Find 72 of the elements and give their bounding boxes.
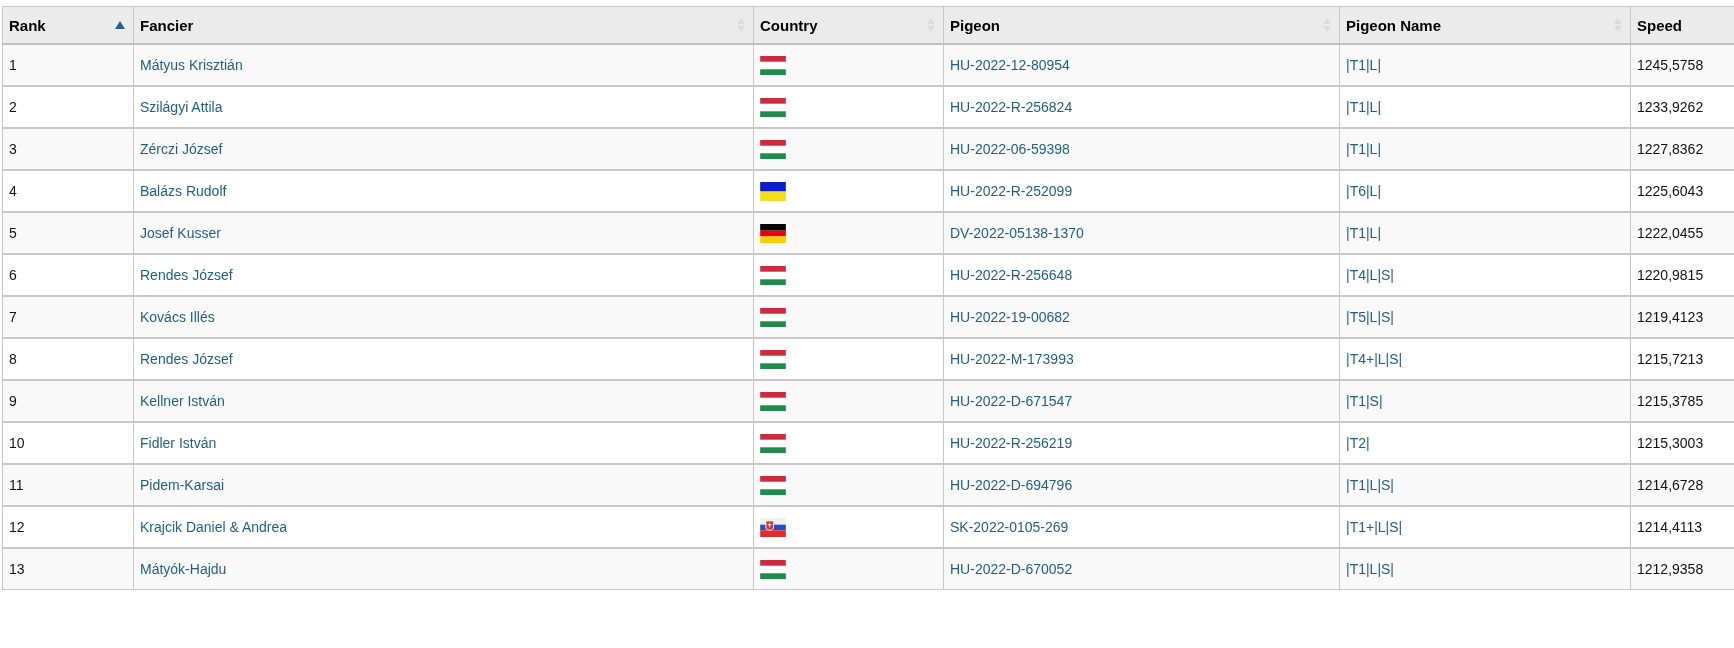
- pigeon-name-link[interactable]: |T1|L|S|: [1346, 477, 1394, 493]
- pigeon-link[interactable]: HU-2022-12-80954: [950, 57, 1070, 73]
- pigeon-name-link[interactable]: |T1|L|: [1346, 225, 1382, 241]
- column-header[interactable]: Pigeon Name: [1339, 6, 1631, 44]
- fancier-link[interactable]: Krajcik Daniel & Andrea: [140, 519, 288, 535]
- pigeon-name-link[interactable]: |T1|S|: [1346, 393, 1383, 409]
- pigeon-link[interactable]: HU-2022-R-252099: [950, 183, 1073, 199]
- pigeon-name-link[interactable]: |T1|L|: [1346, 57, 1382, 73]
- rank-cell: 11: [9, 477, 24, 493]
- fancier-link[interactable]: Rendes József: [140, 267, 233, 283]
- rank-cell: 12: [9, 519, 25, 535]
- rank-cell: 6: [9, 267, 17, 283]
- pigeon-name-link[interactable]: |T1|L|S|: [1346, 561, 1394, 577]
- rank-cell: 10: [9, 435, 25, 451]
- speed-cell: 1214,4113: [1637, 519, 1703, 535]
- speed-cell: 1222,0455: [1637, 225, 1704, 241]
- pigeon-name-link[interactable]: |T2|: [1346, 435, 1370, 451]
- pigeon-link[interactable]: HU-2022-D-670052: [950, 561, 1073, 577]
- rank-cell: 8: [9, 351, 17, 367]
- fancier-link[interactable]: Josef Kusser: [140, 225, 221, 241]
- rank-cell: 4: [9, 183, 17, 199]
- fancier-link[interactable]: Kovács Illés: [140, 309, 215, 325]
- rank-cell: 1: [9, 57, 17, 73]
- fancier-link[interactable]: Mátyus Krisztián: [140, 57, 243, 73]
- pigeon-name-link[interactable]: |T6|L|: [1346, 183, 1382, 199]
- column-header[interactable]: Fancier: [133, 6, 754, 44]
- fancier-link[interactable]: Mátyók-Hajdu: [140, 561, 227, 577]
- fancier-link[interactable]: Balázs Rudolf: [140, 183, 227, 199]
- fancier-link[interactable]: Fidler István: [140, 435, 217, 451]
- speed-cell: 1233,9262: [1637, 99, 1704, 115]
- rank-cell: 5: [9, 225, 17, 241]
- fancier-link[interactable]: Kellner István: [140, 393, 225, 409]
- rank-cell: 9: [9, 393, 17, 409]
- pigeon-name-link[interactable]: |T5|L|S|: [1346, 309, 1394, 325]
- pigeon-name-link[interactable]: |T1|L|: [1346, 141, 1382, 157]
- sort-ascending-icon: [115, 21, 125, 29]
- fancier-link[interactable]: Pidem-Karsai: [140, 477, 225, 493]
- rank-cell: 3: [9, 141, 17, 157]
- pigeon-name-link[interactable]: |T4|L|S|: [1346, 267, 1394, 283]
- column-header[interactable]: Speed: [1630, 6, 1734, 44]
- speed-cell: 1215,3785: [1637, 393, 1704, 409]
- speed-cell: 1245,5758: [1637, 57, 1704, 73]
- speed-cell: 1220,9815: [1637, 267, 1704, 283]
- pigeon-link[interactable]: HU-2022-M-173993: [950, 351, 1074, 367]
- pigeon-link[interactable]: HU-2022-R-256648: [950, 267, 1073, 283]
- speed-cell: 1219,4123: [1637, 309, 1704, 325]
- fancier-link[interactable]: Szilágyi Attila: [140, 99, 223, 115]
- speed-cell: 1214,6728: [1637, 477, 1704, 493]
- speed-cell: 1225,6043: [1637, 183, 1704, 199]
- pigeon-link[interactable]: DV-2022-05138-1370: [950, 225, 1084, 241]
- rank-cell: 7: [9, 309, 17, 325]
- column-header[interactable]: Country: [753, 6, 944, 44]
- fancier-link[interactable]: Zérczi József: [140, 141, 223, 157]
- column-header[interactable]: Rank: [2, 6, 134, 44]
- pigeon-name-link[interactable]: |T1|L|: [1346, 99, 1382, 115]
- speed-cell: 1215,3003: [1637, 435, 1704, 451]
- pigeon-link[interactable]: HU-2022-D-671547: [950, 393, 1073, 409]
- rank-cell: 2: [9, 99, 17, 115]
- speed-cell: 1227,8362: [1637, 141, 1704, 157]
- pigeon-link[interactable]: SK-2022-0105-269: [950, 519, 1069, 535]
- pigeon-link[interactable]: HU-2022-D-694796: [950, 477, 1073, 493]
- pigeon-name-link[interactable]: |T4+|L|S|: [1346, 351, 1403, 367]
- rank-cell: 13: [9, 561, 25, 577]
- speed-cell: 1212,9358: [1637, 561, 1704, 577]
- pigeon-name-link[interactable]: |T1+|L|S|: [1346, 519, 1403, 535]
- pigeon-link[interactable]: HU-2022-R-256219: [950, 435, 1073, 451]
- pigeon-link[interactable]: HU-2022-06-59398: [950, 141, 1070, 157]
- pigeon-link[interactable]: HU-2022-19-00682: [950, 309, 1070, 325]
- fancier-link[interactable]: Rendes József: [140, 351, 233, 367]
- pigeon-link[interactable]: HU-2022-R-256824: [950, 99, 1073, 115]
- column-header[interactable]: Pigeon: [943, 6, 1340, 44]
- speed-cell: 1215,7213: [1637, 351, 1704, 367]
